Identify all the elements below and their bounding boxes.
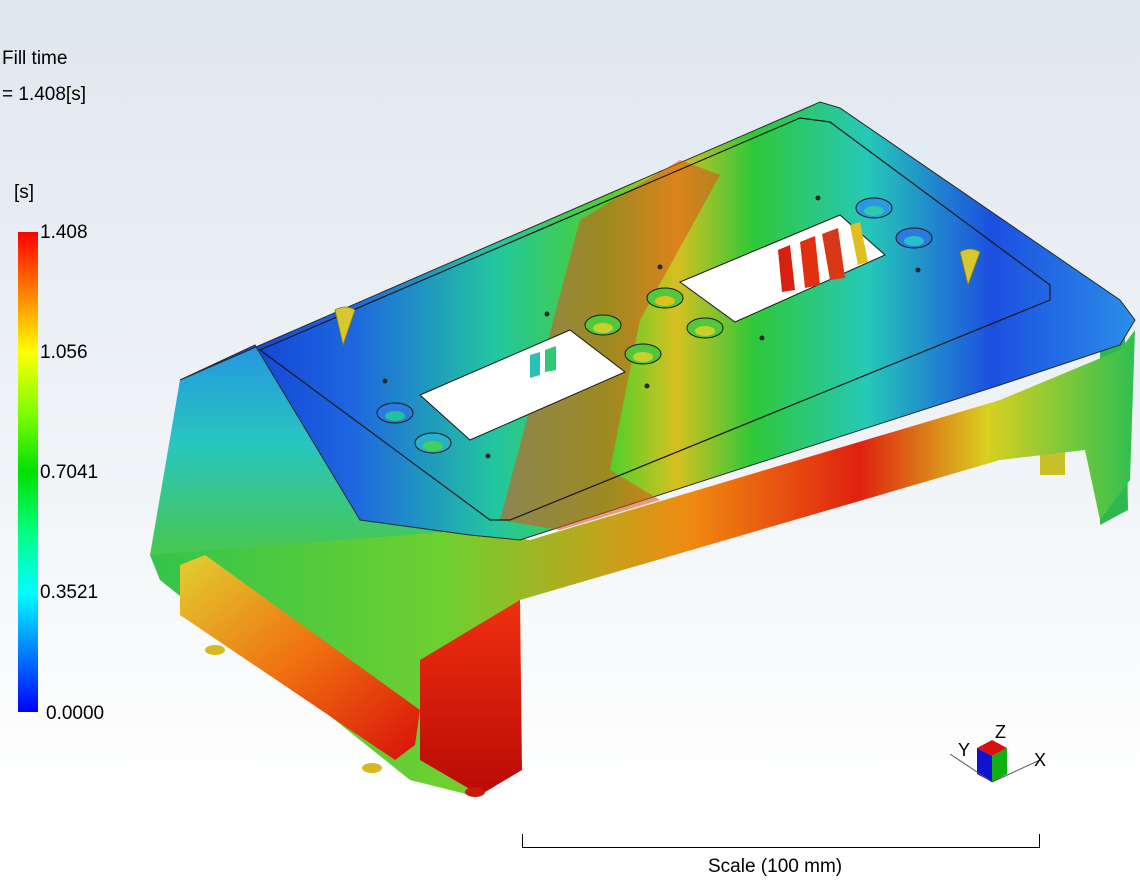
legend-tick-1: 0.3521 [40, 582, 99, 603]
color-legend-bar [18, 232, 38, 712]
legend-tick-min: 0.0000 [46, 703, 105, 724]
legend-tick-3: 1.056 [40, 342, 88, 363]
triad-x-label: X [1034, 750, 1047, 770]
result-value: = 1.408[s] [2, 84, 86, 105]
triad-y-label: Y [958, 740, 971, 760]
triad-z-label: Z [995, 722, 1006, 742]
scale-bar [522, 834, 1040, 848]
result-title: Fill time [2, 48, 68, 69]
foot-left [205, 645, 225, 655]
foot-center [362, 763, 382, 773]
legend-tick-max: 1.408 [40, 222, 88, 243]
foot-right [465, 787, 485, 797]
legend-unit: [s] [14, 182, 35, 203]
scale-label: Scale (100 mm) [708, 856, 843, 877]
legend-tick-2: 0.7041 [40, 462, 99, 483]
